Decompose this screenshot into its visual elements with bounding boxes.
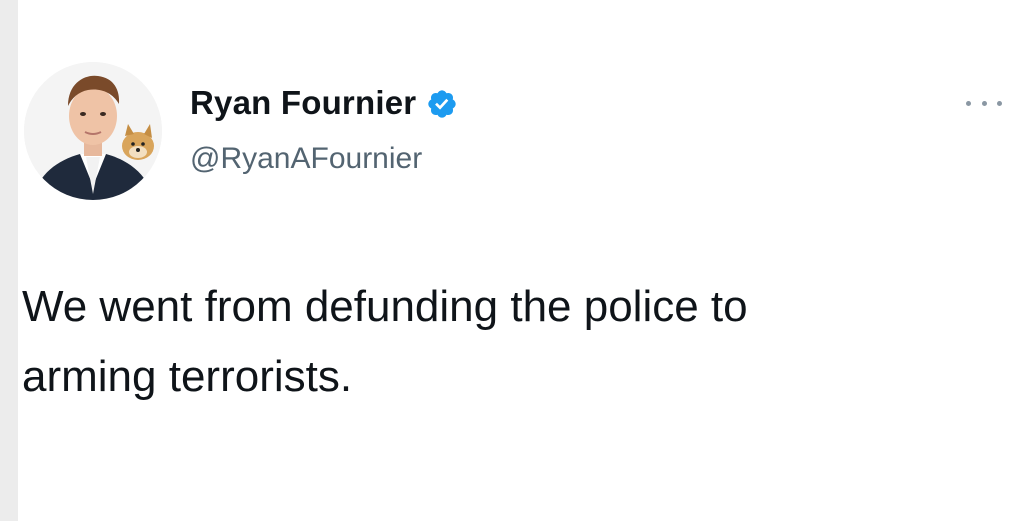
left-border-strip	[0, 0, 18, 521]
tweet-text: We went from defunding the police to arm…	[22, 282, 748, 401]
more-options-icon	[966, 100, 971, 106]
user-avatar-photo-icon	[24, 62, 162, 200]
verified-badge-icon	[426, 88, 458, 120]
avatar[interactable]	[24, 62, 162, 200]
author-display-name[interactable]: Ryan Fournier	[190, 84, 416, 122]
more-options-icon	[997, 100, 1002, 106]
author-name-row: Ryan Fournier	[190, 84, 458, 122]
more-options-icon	[981, 100, 987, 106]
author-handle[interactable]: @RyanAFournier	[190, 142, 422, 176]
tweet-screenshot: Ryan Fournier @RyanAFournier We went fro…	[0, 0, 1024, 521]
more-options-button[interactable]	[966, 92, 1002, 114]
